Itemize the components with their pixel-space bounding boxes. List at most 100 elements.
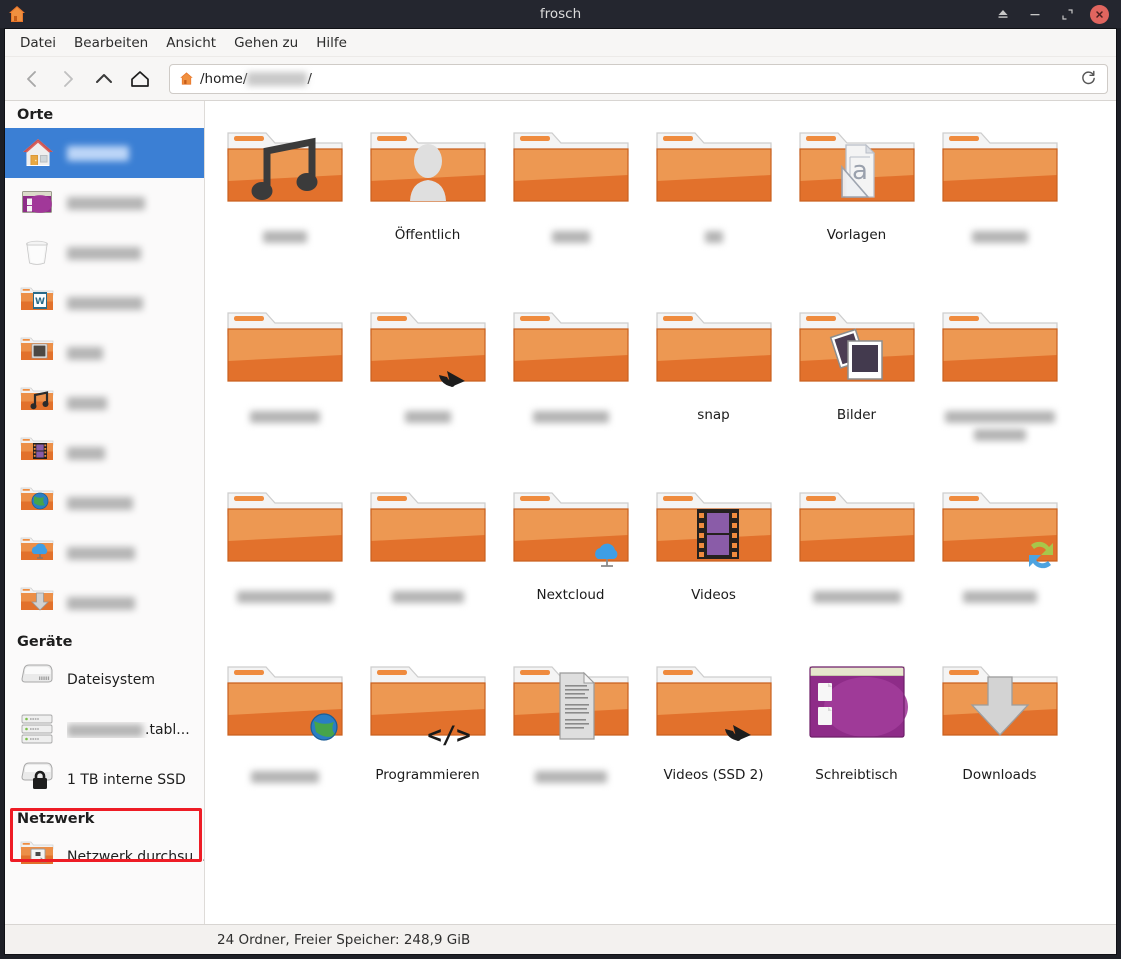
path-entry[interactable]: /home//	[169, 64, 1108, 94]
menu-hilfe[interactable]: Hilfe	[307, 32, 356, 54]
file-item[interactable]	[642, 113, 785, 293]
forward-icon[interactable]	[51, 63, 85, 95]
path-home-folder-icon	[178, 70, 195, 87]
file-icon: a	[794, 119, 920, 223]
back-icon[interactable]	[15, 63, 49, 95]
sidebar-item-videos[interactable]	[5, 428, 204, 478]
sidebar-item-network-share[interactable]: .tabl...	[5, 705, 204, 755]
sidebar: Orte	[5, 101, 205, 924]
sidebar-item-label	[67, 297, 143, 310]
file-manager-window: frosch	[0, 0, 1121, 959]
file-item[interactable]	[928, 293, 1071, 473]
file-label-redacted	[237, 591, 333, 603]
path-text: /home//	[200, 71, 312, 87]
file-item[interactable]	[499, 293, 642, 473]
sidebar-item-desktop[interactable]	[5, 178, 204, 228]
svg-text:W: W	[35, 297, 45, 307]
file-item[interactable]: snap	[642, 293, 785, 473]
status-bar: 24 Ordner, Freier Speicher: 248,9 GiB	[5, 924, 1116, 954]
file-item[interactable]	[928, 113, 1071, 293]
file-label-redacted	[251, 771, 319, 783]
file-icon: </>	[365, 659, 491, 763]
eject-button[interactable]	[994, 5, 1012, 23]
file-item[interactable]	[356, 473, 499, 653]
maximize-button[interactable]	[1058, 5, 1076, 23]
file-label: Programmieren	[375, 767, 479, 784]
sidebar-item-label: Dateisystem	[67, 672, 155, 688]
file-label: Videos	[691, 587, 736, 604]
home-icon	[19, 134, 57, 172]
file-item[interactable]	[928, 473, 1071, 653]
file-grid-area[interactable]: Öffentlich	[205, 101, 1116, 924]
file-icon	[651, 659, 777, 763]
up-icon[interactable]	[87, 63, 121, 95]
sidebar-item-label	[67, 197, 145, 210]
sidebar-item-documents[interactable]: W	[5, 278, 204, 328]
menu-datei[interactable]: Datei	[11, 32, 65, 54]
sidebar-item-web[interactable]	[5, 478, 204, 528]
window-controls	[994, 5, 1121, 24]
pictures-folder-icon	[19, 334, 57, 372]
menu-bearbeiten[interactable]: Bearbeiten	[65, 32, 157, 54]
file-label-redacted	[974, 429, 1026, 441]
sidebar-section-orte-title: Orte	[5, 101, 204, 128]
menu-gehen-zu[interactable]: Gehen zu	[225, 32, 307, 54]
file-item[interactable]	[499, 653, 642, 833]
file-icon	[508, 299, 634, 403]
file-icon	[508, 479, 634, 583]
path-username-redacted	[247, 72, 307, 86]
sidebar-item-trash[interactable]	[5, 228, 204, 278]
minimize-button[interactable]	[1026, 5, 1044, 23]
sidebar-item-pictures[interactable]	[5, 328, 204, 378]
sidebar-item-label	[67, 597, 135, 610]
file-item[interactable]: Bilder	[785, 293, 928, 473]
sidebar-item-label	[67, 347, 103, 360]
sidebar-item-music[interactable]	[5, 378, 204, 428]
file-item[interactable]: Nextcloud	[499, 473, 642, 653]
home-icon[interactable]	[123, 63, 157, 95]
sidebar-section-netzwerk-title: Netzwerk	[5, 805, 204, 832]
sidebar-item-label	[67, 247, 141, 260]
file-label: Videos (SSD 2)	[663, 767, 763, 784]
sidebar-item-dateisystem[interactable]: Dateisystem	[5, 655, 204, 705]
file-icon	[937, 659, 1063, 763]
file-label: Vorlagen	[827, 227, 886, 244]
reload-icon[interactable]	[1075, 66, 1101, 92]
main-area: Orte	[5, 101, 1116, 924]
file-label: Öffentlich	[395, 227, 461, 244]
file-icon	[937, 299, 1063, 403]
file-item[interactable]: Schreibtisch	[785, 653, 928, 833]
file-item[interactable]	[499, 113, 642, 293]
file-item[interactable]	[213, 473, 356, 653]
sidebar-item-label	[67, 497, 133, 510]
file-item[interactable]: Öffentlich	[356, 113, 499, 293]
file-item[interactable]: a Vorlagen	[785, 113, 928, 293]
file-icon	[651, 479, 777, 583]
file-label-redacted	[813, 591, 901, 603]
sidebar-item-downloads[interactable]	[5, 578, 204, 628]
sidebar-item-label	[67, 397, 107, 410]
sidebar-item-label-redacted	[67, 724, 143, 737]
file-label: Bilder	[837, 407, 876, 424]
sidebar-item-internal-ssd[interactable]: 1 TB interne SSD	[5, 755, 204, 805]
title-bar: frosch	[0, 0, 1121, 28]
file-item[interactable]	[785, 473, 928, 653]
menu-ansicht[interactable]: Ansicht	[157, 32, 225, 54]
close-button[interactable]	[1090, 5, 1109, 24]
sidebar-item-home[interactable]	[5, 128, 204, 178]
file-label: Nextcloud	[536, 587, 604, 604]
file-item[interactable]	[356, 293, 499, 473]
sidebar-item-browse-network[interactable]: Netzwerk durchsu...	[5, 832, 204, 882]
desktop-icon	[19, 184, 57, 222]
file-item[interactable]: Videos (SSD 2)	[642, 653, 785, 833]
file-item[interactable]	[213, 653, 356, 833]
sidebar-item-label: 1 TB interne SSD	[67, 772, 186, 788]
sidebar-item-nextcloud[interactable]	[5, 528, 204, 578]
file-item[interactable]: Downloads	[928, 653, 1071, 833]
file-item[interactable]: </> Programmieren	[356, 653, 499, 833]
file-item[interactable]: Videos	[642, 473, 785, 653]
file-item[interactable]	[213, 293, 356, 473]
file-item[interactable]	[213, 113, 356, 293]
file-icon	[365, 479, 491, 583]
videos-folder-icon	[19, 434, 57, 472]
